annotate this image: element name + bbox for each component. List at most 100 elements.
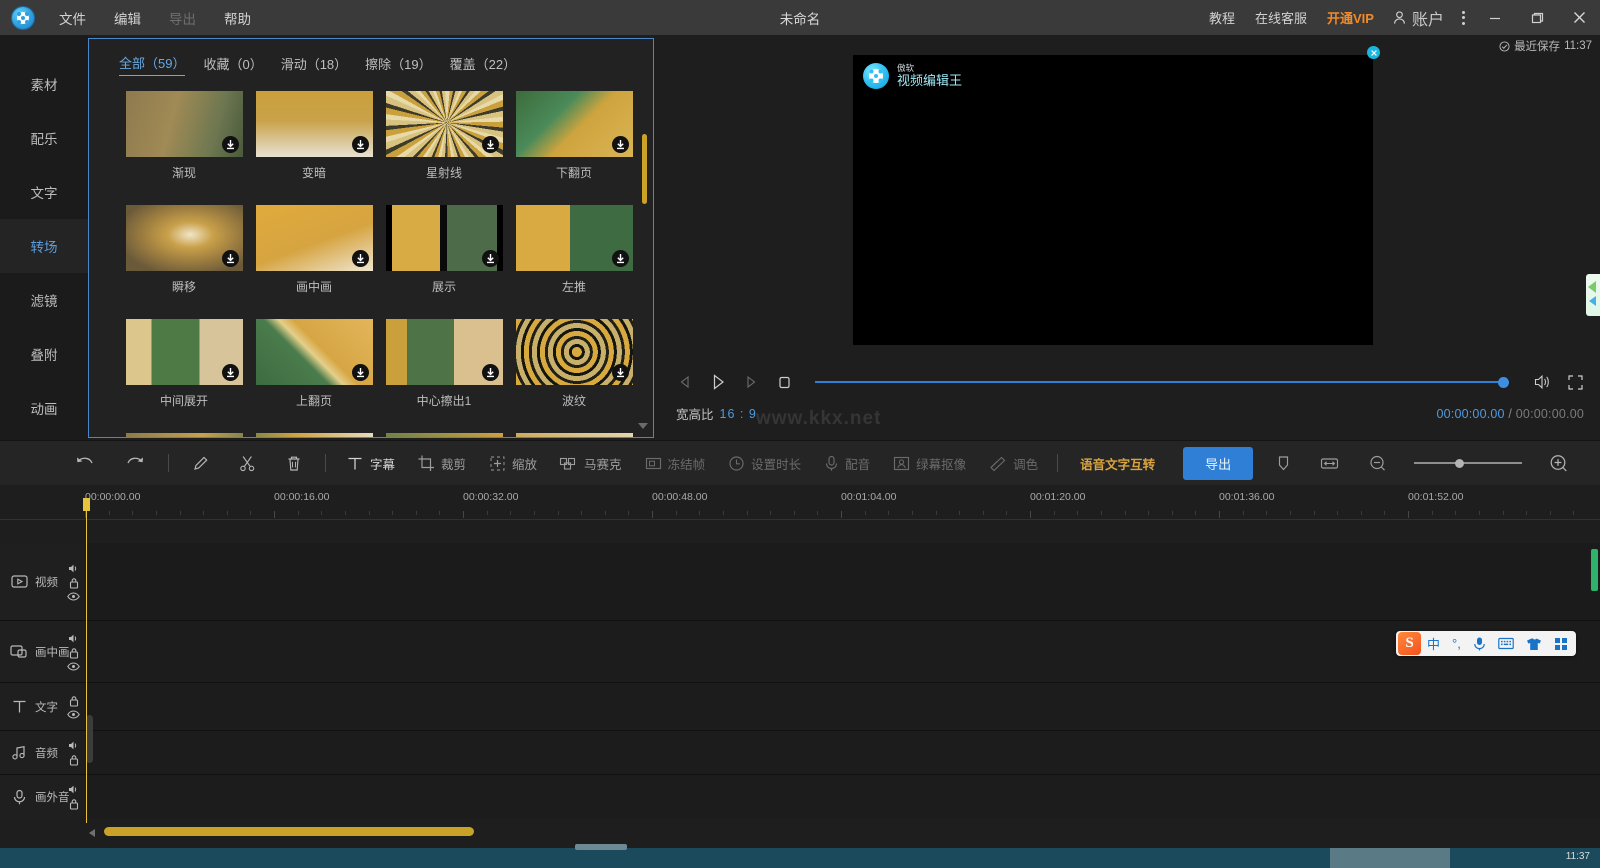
next-frame-button[interactable] <box>741 372 761 392</box>
zoom-in-button[interactable] <box>1534 441 1584 486</box>
sidebar-item-transition[interactable]: 转场 <box>0 219 88 273</box>
track-lane[interactable] <box>85 775 1600 818</box>
tab-all[interactable]: 全部（59） <box>119 53 185 76</box>
transition-thumbnail[interactable] <box>516 433 633 438</box>
panel-scrollbar[interactable] <box>642 134 647 204</box>
volume-toggle[interactable] <box>68 784 80 795</box>
set-duration-button[interactable]: 设置时长 <box>716 441 812 486</box>
video-preview[interactable]: 傲软 视频编辑王 <box>853 55 1373 345</box>
sidebar-item-filter[interactable]: 滤镜 <box>0 273 88 327</box>
fullscreen-button[interactable] <box>1565 372 1585 392</box>
transition-item[interactable] <box>509 433 639 438</box>
eye-toggle[interactable] <box>67 592 80 601</box>
lock-toggle[interactable] <box>69 695 79 707</box>
ime-skin[interactable] <box>1520 637 1548 651</box>
transition-thumbnail[interactable] <box>256 91 373 157</box>
playback-scrubber[interactable] <box>815 374 1509 390</box>
transition-thumbnail[interactable] <box>516 205 633 271</box>
download-icon[interactable] <box>222 364 239 381</box>
download-icon[interactable] <box>352 364 369 381</box>
transition-thumbnail[interactable] <box>516 319 633 385</box>
sidebar-item-text[interactable]: 文字 <box>0 165 88 219</box>
freeze-frame-button[interactable]: 冻结帧 <box>633 441 717 486</box>
transition-thumbnail[interactable] <box>516 91 633 157</box>
ime-punctuation[interactable]: °, <box>1446 636 1467 651</box>
zoom-slider-handle[interactable] <box>1455 459 1464 468</box>
download-icon[interactable] <box>612 364 629 381</box>
menu-export[interactable]: 导出 <box>156 2 209 34</box>
transition-thumbnail[interactable] <box>386 205 503 271</box>
stop-button[interactable] <box>774 372 794 392</box>
marker-button[interactable] <box>1262 441 1305 486</box>
track-header[interactable]: 音频 <box>0 731 85 774</box>
download-icon[interactable] <box>222 136 239 153</box>
track-lane[interactable] <box>85 731 1600 774</box>
playhead-handle[interactable] <box>83 498 90 511</box>
track-header[interactable]: 画中画 <box>0 621 85 682</box>
tab-wipe[interactable]: 擦除（19） <box>365 54 431 76</box>
transition-thumbnail[interactable] <box>386 433 503 438</box>
sogou-logo-icon[interactable]: S <box>1398 632 1421 655</box>
scale-button[interactable]: 缩放 <box>477 441 548 486</box>
redo-button[interactable] <box>110 441 160 486</box>
taskbar-item[interactable] <box>575 844 627 850</box>
sidebar-item-overlay[interactable]: 叠附 <box>0 327 88 381</box>
tab-slide[interactable]: 滑动（18） <box>281 54 347 76</box>
ime-soft-keyboard[interactable] <box>1492 637 1520 650</box>
download-icon[interactable] <box>612 250 629 267</box>
track-header[interactable]: 视频 <box>0 543 85 620</box>
transition-item[interactable]: 变暗 <box>249 91 379 181</box>
open-vip-link[interactable]: 开通VIP <box>1317 8 1384 27</box>
close-button[interactable] <box>1558 0 1600 35</box>
download-icon[interactable] <box>222 250 239 267</box>
transition-item[interactable]: 中间展开 <box>119 319 249 409</box>
transition-thumbnail[interactable] <box>126 319 243 385</box>
download-icon[interactable] <box>612 136 629 153</box>
volume-toggle[interactable] <box>68 563 80 574</box>
ruler-track[interactable]: 00:00:00.0000:00:16.0000:00:32.0000:00:4… <box>85 485 1600 543</box>
playhead[interactable] <box>86 498 87 823</box>
transition-item[interactable]: 瞬移 <box>119 205 249 295</box>
transition-item[interactable]: 星射线 <box>379 91 509 181</box>
transition-item[interactable]: 下翻页 <box>509 91 639 181</box>
transition-thumbnail[interactable] <box>126 205 243 271</box>
taskbar-selection[interactable] <box>1330 848 1450 868</box>
hscroll-thumb[interactable] <box>104 827 474 836</box>
account-button[interactable]: 账户 <box>1384 6 1452 30</box>
track-height-resizer[interactable] <box>86 715 93 763</box>
voiceover-button[interactable]: 配音 <box>812 441 881 486</box>
split-button[interactable] <box>224 441 271 486</box>
transition-item[interactable]: 渐现 <box>119 91 249 181</box>
transition-item[interactable] <box>379 433 509 438</box>
ime-mode-chinese[interactable]: 中 <box>1421 634 1446 653</box>
lock-toggle[interactable] <box>69 577 79 589</box>
lock-toggle[interactable] <box>69 754 79 766</box>
transition-item[interactable]: 上翻页 <box>249 319 379 409</box>
sidebar-item-music[interactable]: 配乐 <box>0 111 88 165</box>
track-header[interactable]: 文字 <box>0 683 85 730</box>
transition-thumbnail[interactable] <box>126 433 243 438</box>
download-icon[interactable] <box>482 250 499 267</box>
menu-file[interactable]: 文件 <box>46 2 99 34</box>
timeline-hscroll[interactable] <box>0 818 1600 848</box>
transition-item[interactable] <box>249 433 379 438</box>
lock-toggle[interactable] <box>69 647 79 659</box>
minimize-button[interactable] <box>1474 0 1516 35</box>
fit-width-button[interactable] <box>1305 441 1354 486</box>
download-icon[interactable] <box>352 136 369 153</box>
hscroll-left-arrow-icon[interactable] <box>89 829 95 837</box>
track-lane[interactable] <box>85 543 1600 620</box>
download-icon[interactable] <box>482 364 499 381</box>
side-flyout-tab[interactable] <box>1586 274 1600 316</box>
transition-item[interactable] <box>119 433 249 438</box>
crop-button[interactable]: 裁剪 <box>406 441 477 486</box>
tab-cover[interactable]: 覆盖（22） <box>450 54 516 76</box>
subtitle-button[interactable]: 字幕 <box>334 441 406 486</box>
lock-toggle[interactable] <box>69 798 79 810</box>
transition-item[interactable]: 波纹 <box>509 319 639 409</box>
transition-item[interactable]: 中心擦出1 <box>379 319 509 409</box>
transition-thumbnail[interactable] <box>126 91 243 157</box>
scrubber-handle[interactable] <box>1498 377 1509 388</box>
ime-toolbox[interactable] <box>1548 637 1574 651</box>
track-lane[interactable] <box>85 621 1600 682</box>
